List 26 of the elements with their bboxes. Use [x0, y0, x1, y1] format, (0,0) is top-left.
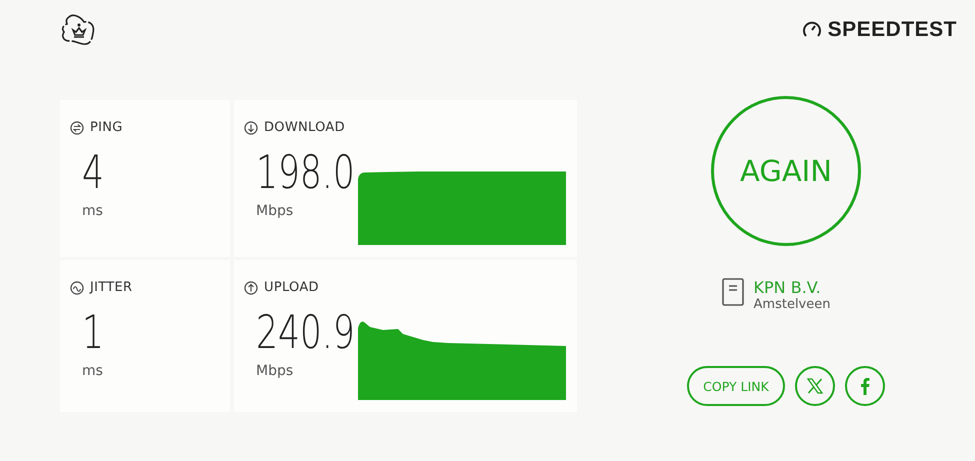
facebook-share-button[interactable] — [844, 366, 885, 406]
metric-unit: ms — [82, 203, 104, 219]
copy-link-button[interactable]: COPY LINK — [687, 366, 785, 406]
metric-value: 240.9 — [256, 305, 355, 359]
metric-unit: Mbps — [256, 203, 294, 219]
metric-label: PING — [90, 120, 123, 135]
ping-icon — [70, 120, 84, 134]
server-icon — [722, 278, 744, 306]
download-icon — [244, 120, 258, 134]
again-button[interactable]: AGAIN — [711, 96, 861, 246]
metric-label: UPLOAD — [264, 280, 319, 295]
brand-name: SPEEDTEST — [828, 18, 957, 42]
server-location: Amstelveen — [754, 297, 830, 312]
server-name: KPN B.V. — [754, 278, 822, 297]
upload-icon — [244, 280, 258, 294]
metric-unit: Mbps — [256, 363, 294, 379]
metric-label: JITTER — [90, 280, 132, 295]
metric-value: 198.0 — [256, 145, 355, 199]
facebook-icon — [860, 377, 870, 395]
wave-icon — [70, 280, 84, 294]
x-logo-icon — [806, 377, 824, 395]
metric-value: 1 — [82, 305, 104, 359]
metric-value: 4 — [82, 145, 104, 199]
metric-label: DOWNLOAD — [264, 120, 345, 135]
x-share-button[interactable] — [794, 366, 835, 406]
metric-unit: ms — [82, 363, 104, 379]
